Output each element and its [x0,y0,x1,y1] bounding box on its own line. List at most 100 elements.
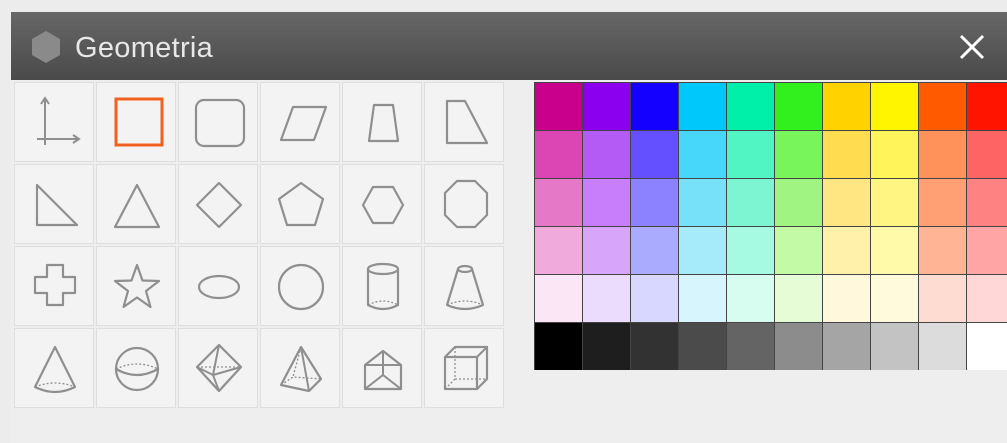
shape-button-octagon[interactable] [424,164,504,244]
color-swatch[interactable] [727,179,774,226]
triangle-icon [113,183,161,229]
shape-button-rounded-rectangle[interactable] [178,82,258,162]
color-swatch[interactable] [871,275,918,322]
color-swatch[interactable] [535,227,582,274]
color-swatch[interactable] [967,83,1007,130]
color-swatch[interactable] [679,179,726,226]
shape-button-parallelogram[interactable] [260,82,340,162]
color-swatch[interactable] [727,323,774,370]
shape-button-triangle[interactable] [96,164,176,244]
color-swatch[interactable] [967,227,1007,274]
color-swatch[interactable] [727,83,774,130]
color-swatch[interactable] [631,83,678,130]
color-swatch[interactable] [967,323,1007,370]
cylinder-icon [366,262,400,311]
shape-button-axes[interactable] [14,82,94,162]
octahedron-icon [195,343,243,393]
shape-button-right-trapezoid[interactable] [424,82,504,162]
color-swatch[interactable] [631,179,678,226]
color-swatch[interactable] [535,83,582,130]
color-swatch[interactable] [871,323,918,370]
star-icon [113,263,161,309]
color-swatch[interactable] [583,323,630,370]
color-swatch[interactable] [823,179,870,226]
color-swatch[interactable] [679,227,726,274]
shape-button-pyramid[interactable] [260,328,340,408]
color-swatch[interactable] [631,227,678,274]
color-swatch[interactable] [775,323,822,370]
color-swatch[interactable] [775,83,822,130]
color-swatch[interactable] [871,227,918,274]
color-swatch[interactable] [679,83,726,130]
color-swatch[interactable] [823,131,870,178]
shape-button-right-triangle[interactable] [14,164,94,244]
pentagon-icon [277,181,325,227]
color-swatch[interactable] [583,227,630,274]
color-swatch[interactable] [775,131,822,178]
color-swatch[interactable] [727,275,774,322]
color-swatch[interactable] [871,83,918,130]
window-title: Geometria [75,32,214,64]
color-swatch[interactable] [871,179,918,226]
color-swatch[interactable] [823,83,870,130]
square-icon [114,97,164,147]
color-swatch[interactable] [583,131,630,178]
color-swatch[interactable] [919,323,966,370]
octagon-icon [443,179,489,229]
color-swatch[interactable] [871,131,918,178]
color-swatch[interactable] [583,275,630,322]
color-swatch[interactable] [967,131,1007,178]
color-swatch[interactable] [535,131,582,178]
parallelogram-icon [279,105,328,142]
color-swatch[interactable] [727,227,774,274]
color-swatch[interactable] [967,179,1007,226]
color-swatch[interactable] [919,83,966,130]
shape-button-cone[interactable] [14,328,94,408]
color-swatch[interactable] [775,275,822,322]
color-swatch[interactable] [535,323,582,370]
shape-button-pentagon[interactable] [260,164,340,244]
frustum-icon [445,264,485,311]
shape-button-ellipse[interactable] [178,246,258,326]
shape-button-trapezoid[interactable] [342,82,422,162]
color-swatch[interactable] [775,179,822,226]
cube-icon [443,345,489,391]
color-swatch[interactable] [919,131,966,178]
shape-button-hexagon[interactable] [342,164,422,244]
close-icon[interactable] [951,26,993,68]
color-swatch[interactable] [967,275,1007,322]
color-swatch[interactable] [919,227,966,274]
color-swatch[interactable] [823,275,870,322]
color-swatch[interactable] [535,275,582,322]
color-swatch[interactable] [919,275,966,322]
color-swatch[interactable] [631,275,678,322]
shape-button-cross[interactable] [14,246,94,326]
color-swatch[interactable] [679,131,726,178]
color-swatch[interactable] [823,227,870,274]
color-swatch[interactable] [583,83,630,130]
color-swatch[interactable] [919,179,966,226]
title-bar: Geometria [11,12,1007,80]
shape-button-frustum[interactable] [424,246,504,326]
shape-button-circle[interactable] [260,246,340,326]
color-swatch[interactable] [631,323,678,370]
pyramid-icon [279,345,323,393]
color-swatch[interactable] [679,275,726,322]
shape-button-cube[interactable] [424,328,504,408]
color-swatch[interactable] [583,179,630,226]
shape-button-square[interactable] [96,82,176,162]
shape-button-prism[interactable] [342,328,422,408]
shape-button-star[interactable] [96,246,176,326]
color-swatch[interactable] [679,323,726,370]
shape-button-rhombus[interactable] [178,164,258,244]
shape-button-cylinder[interactable] [342,246,422,326]
shape-button-octahedron[interactable] [178,328,258,408]
shape-button-sphere[interactable] [96,328,176,408]
color-swatch[interactable] [823,323,870,370]
color-swatch[interactable] [727,131,774,178]
color-swatch[interactable] [775,227,822,274]
color-swatch[interactable] [631,131,678,178]
color-swatch[interactable] [535,179,582,226]
circle-icon [277,263,325,311]
color-palette [534,82,1007,370]
